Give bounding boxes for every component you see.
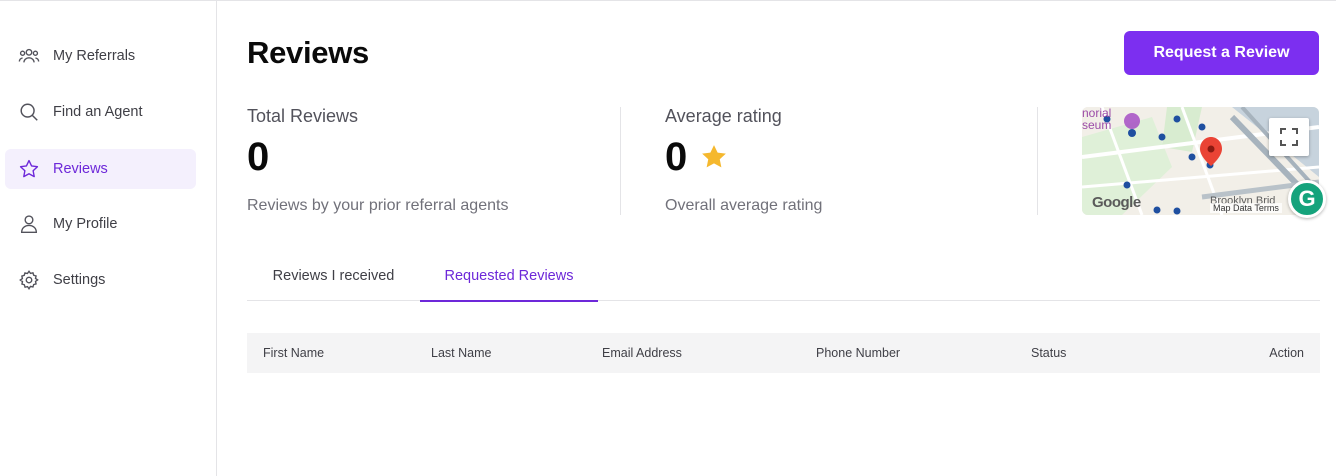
table-header: First Name Last Name Email Address Phone… [247, 333, 1320, 373]
column-header[interactable]: Action [1269, 346, 1304, 360]
tab-reviews-received[interactable]: Reviews I received [247, 251, 420, 301]
user-icon [17, 212, 41, 236]
users-icon [17, 44, 41, 68]
total-reviews-caption: Reviews by your prior referral agents [247, 197, 509, 214]
sidebar-item-label: Find an Agent [53, 104, 143, 120]
rating-star-icon [702, 145, 727, 168]
map-attribution[interactable]: Map Data Terms [1210, 203, 1282, 213]
total-reviews-label: Total Reviews [247, 106, 359, 126]
google-logo: Google [1092, 194, 1141, 211]
sidebar-item-find-an-agent[interactable]: Find an Agent [5, 92, 196, 132]
sidebar-item-my-profile[interactable]: My Profile [5, 204, 196, 244]
search-icon [17, 100, 41, 124]
total-reviews-value: 0 [247, 137, 508, 177]
sidebar-item-my-referrals[interactable]: My Referrals [5, 36, 196, 76]
sidebar-item-settings[interactable]: Settings [5, 260, 196, 300]
grammarly-icon[interactable]: G [1288, 180, 1326, 218]
tab-requested-reviews[interactable]: Requested Reviews [420, 251, 598, 302]
column-header[interactable]: Last Name [431, 346, 491, 360]
sidebar-item-reviews[interactable]: Reviews [5, 149, 196, 189]
divider [1037, 107, 1038, 215]
divider [620, 107, 621, 215]
sidebar: My Referrals Find an Agent Reviews My Pr… [0, 1, 217, 476]
average-rating-label: Average rating [665, 106, 782, 126]
main-content: Reviews Request a Review Total Reviews 0… [217, 1, 1336, 476]
star-icon [17, 157, 41, 181]
fullscreen-icon [1280, 128, 1298, 146]
sidebar-item-label: Settings [53, 272, 106, 288]
column-header[interactable]: First Name [263, 346, 324, 360]
column-header[interactable]: Status [1031, 346, 1066, 360]
sidebar-item-label: My Referrals [53, 48, 136, 64]
review-tabs: Reviews I received Requested Reviews [247, 251, 1320, 302]
average-rating-caption: Overall average rating [665, 197, 823, 214]
average-rating-stat: Average rating 0 Overall average rating [665, 106, 822, 215]
sidebar-item-label: My Profile [53, 216, 118, 232]
average-rating-value: 0 [665, 137, 822, 177]
page-title: Reviews [247, 35, 369, 70]
map[interactable]: norial seum Brooklyn Brid Google Map Dat… [1082, 107, 1319, 215]
total-reviews-number: 0 [247, 135, 270, 179]
fullscreen-button[interactable] [1269, 118, 1309, 156]
column-header[interactable]: Phone Number [816, 346, 900, 360]
total-reviews-stat: Total Reviews 0 Reviews by your prior re… [247, 106, 508, 215]
map-label: norial seum [1082, 107, 1112, 132]
request-review-button[interactable]: Request a Review [1124, 31, 1319, 75]
column-header[interactable]: Email Address [602, 346, 682, 360]
sidebar-item-label: Reviews [53, 161, 108, 177]
average-rating-number: 0 [665, 135, 688, 179]
gear-icon [17, 268, 41, 292]
